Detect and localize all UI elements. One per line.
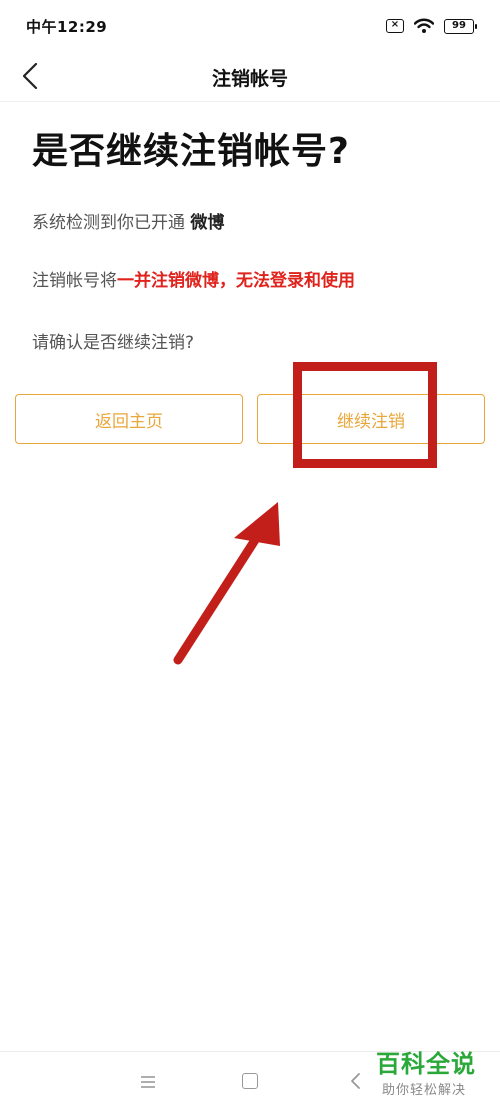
status-bar: 中午12:29 × 99 — [0, 0, 500, 52]
wifi-icon — [414, 18, 434, 33]
sim-missing-icon: × — [386, 19, 404, 33]
menu-icon[interactable] — [138, 1072, 158, 1092]
warning-red-text: 一并注销微博，无法登录和使用 — [117, 271, 355, 291]
annotation-arrow — [173, 502, 280, 665]
nav-header: 注销帐号 — [0, 52, 500, 102]
main-content: 是否继续注销帐号? 系统检测到你已开通 微博 注销帐号将一并注销微博，无法登录和… — [32, 122, 472, 353]
detect-service: 微博 — [190, 213, 225, 233]
battery-icon: 99 — [444, 18, 477, 34]
page-title: 注销帐号 — [211, 68, 288, 90]
return-home-button[interactable]: 返回主页 — [15, 394, 243, 444]
confirm-question: 请确认是否继续注销? — [32, 333, 195, 353]
confirm-headline: 是否继续注销帐号? — [32, 131, 350, 172]
back-triangle-icon[interactable] — [346, 1070, 366, 1092]
status-icons: × 99 — [386, 18, 477, 34]
watermark-logo: 百科全说 助你轻松解决 — [376, 1049, 492, 1098]
warning-text: 注销帐号将一并注销微博，无法登录和使用 — [32, 266, 355, 291]
detect-label: 系统检测到你已开通 — [32, 213, 191, 233]
watermark-title: 百科全说 — [376, 1050, 476, 1078]
status-time: 中午12:29 — [26, 17, 108, 36]
warning-prefix: 注销帐号将 — [32, 271, 117, 291]
square-home-icon[interactable] — [242, 1073, 258, 1089]
detect-text: 系统检测到你已开通 微博 — [32, 208, 224, 233]
watermark-subtitle: 助你轻松解决 — [382, 1083, 467, 1098]
annotation-highlight-box — [293, 362, 437, 468]
